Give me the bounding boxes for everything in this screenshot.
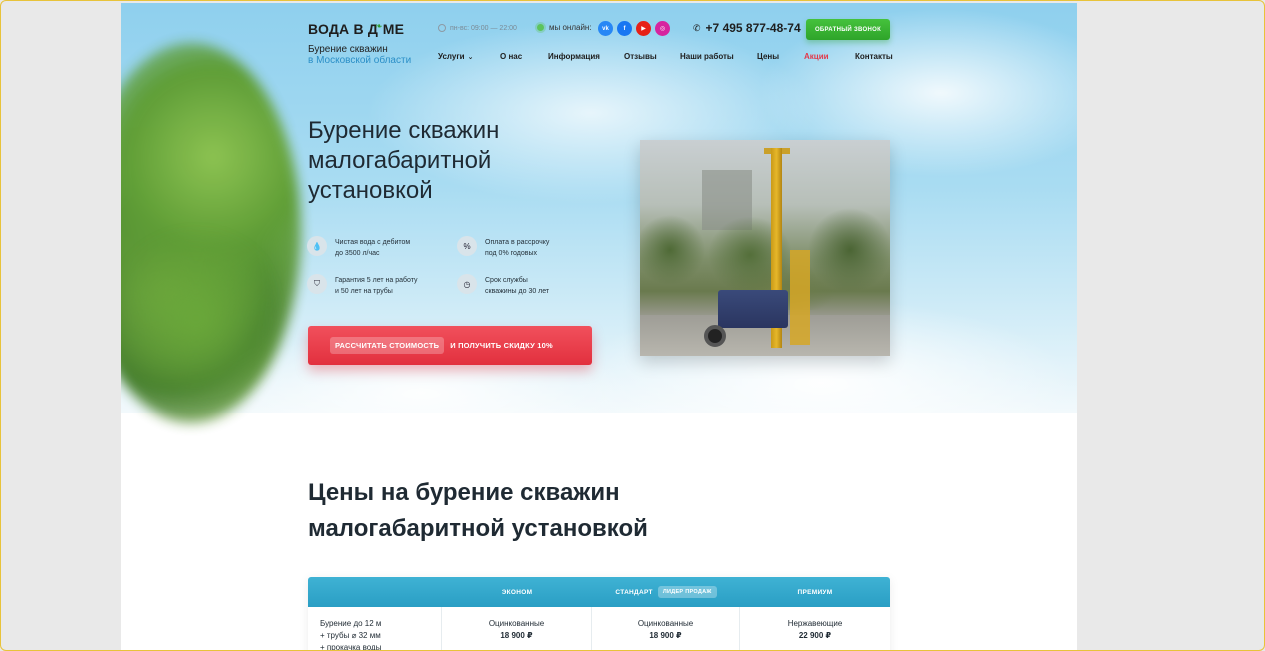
prices-title-line: Цены на бурение скважин <box>308 479 620 506</box>
price-cell: Оцинкованные 18 900 ₽ <box>442 607 592 650</box>
column-header-standard[interactable]: СТАНДАРТ ЛИДЕР ПРОДАЖ <box>592 577 740 607</box>
nav-item-promotions[interactable]: Акции <box>804 52 855 61</box>
price-cell: Оцинкованные 18 900 ₽ <box>592 607 740 650</box>
pipe-type: Оцинкованные <box>637 619 694 628</box>
nav-item-contacts[interactable]: Контакты <box>855 52 893 61</box>
logo-text-tail: МЕ <box>382 21 405 37</box>
tagline-region: в Московской области <box>308 55 412 66</box>
clock-icon: ◷ <box>457 274 477 294</box>
instagram-icon[interactable]: ◎ <box>655 21 670 36</box>
feature-text: Оплата в рассрочку <box>485 239 550 246</box>
tree-foliage-image-lower <box>121 223 271 413</box>
column-header-econom[interactable]: ЭКОНОМ <box>442 577 592 607</box>
nav-item-works[interactable]: Наши работы <box>680 52 757 61</box>
pipe-type: Нержавеющие <box>787 619 843 628</box>
online-label: мы онлайн: <box>549 23 592 32</box>
logo[interactable]: ВОДА В Д❧МЕ <box>308 21 404 37</box>
prices-title-line: малогабаритной установкой <box>308 515 648 542</box>
phone-link[interactable]: ✆ +7 495 877-48-74 <box>693 21 801 35</box>
percent-icon: % <box>457 236 477 256</box>
bestseller-badge: ЛИДЕР ПРОДАЖ <box>657 586 717 598</box>
nav-item-services[interactable]: Услуги ⌄ <box>438 52 500 61</box>
clock-icon <box>438 24 446 32</box>
leaf-icon: ❧ <box>375 21 383 31</box>
social-links: vk f ▶ ◎ <box>598 21 670 36</box>
logo-text: ВОДА В Д <box>308 21 379 37</box>
price-value: 18 900 ₽ <box>649 631 682 640</box>
feature-item: ⛉ Гарантия 5 лет на работу и 50 лет на т… <box>307 274 457 297</box>
feature-text: Чистая вода с дебитом <box>335 239 411 246</box>
hero-title-line: Бурение скважин <box>308 117 500 144</box>
table-row: Бурение до 12 м + трубы ⌀ 32 мм + прокач… <box>308 607 890 651</box>
nav-item-prices[interactable]: Цены <box>757 52 804 61</box>
price-table: ЭКОНОМ СТАНДАРТ ЛИДЕР ПРОДАЖ ПРЕМИУМ Бур… <box>308 577 890 651</box>
pipe-type: Оцинкованные <box>488 619 545 628</box>
hero-title-line: установкой <box>308 177 433 204</box>
feature-text: Срок службы <box>485 277 528 284</box>
feature-item: % Оплата в рассрочку под 0% годовых <box>457 236 607 259</box>
price-cell: Нержавеющие 22 900 ₽ <box>740 607 890 650</box>
nav-item-info[interactable]: Информация <box>548 52 624 61</box>
cta-pill-label: РАССЧИТАТЬ СТОИМОСТЬ <box>330 337 445 354</box>
facebook-icon[interactable]: f <box>617 21 632 36</box>
prices-title: Цены на бурение скважин малогабаритной у… <box>308 475 908 547</box>
callback-button[interactable]: ОБРАТНЫЙ ЗВОНОК <box>806 19 890 40</box>
feature-item: 💧 Чистая вода с дебитом до 3500 л/час <box>307 236 457 259</box>
chevron-down-icon: ⌄ <box>467 53 474 61</box>
working-hours: пн-вс: 09:00 — 22:00 <box>438 24 517 32</box>
feature-item: ◷ Срок службы скважины до 30 лет <box>457 274 607 297</box>
main-nav: Услуги ⌄ О нас Информация Отзывы Наши ра… <box>438 52 893 61</box>
price-value: 22 900 ₽ <box>798 631 832 640</box>
column-header-premium[interactable]: ПРЕМИУМ <box>740 577 890 607</box>
phone-icon: ✆ <box>693 22 701 33</box>
nav-item-label: Услуги <box>438 52 465 61</box>
cta-discount-label: И ПОЛУЧИТЬ СКИДКУ 10% <box>450 341 553 350</box>
nav-item-reviews[interactable]: Отзывы <box>624 52 680 61</box>
table-header-empty <box>308 577 442 607</box>
shield-icon: ⛉ <box>307 274 327 294</box>
row-label-line: + прокачка воды <box>320 643 382 651</box>
online-indicator-icon <box>537 24 544 31</box>
feature-text: под 0% годовых <box>485 250 537 257</box>
hero-title: Бурение скважин малогабаритной установко… <box>308 116 608 206</box>
price-value: 18 900 ₽ <box>500 631 533 640</box>
feature-text: скважины до 30 лет <box>485 288 550 295</box>
page: ВОДА В Д❧МЕ Бурение скважин в Московской… <box>121 3 1077 651</box>
column-header-label: СТАНДАРТ <box>615 588 653 596</box>
row-label-line: + трубы ⌀ 32 мм <box>320 631 381 640</box>
hero-title-line: малогабаритной <box>308 147 492 174</box>
phone-number: +7 495 877-48-74 <box>705 21 801 35</box>
calculate-cost-button[interactable]: РАССЧИТАТЬ СТОИМОСТЬ И ПОЛУЧИТЬ СКИДКУ 1… <box>308 326 592 365</box>
row-label: Бурение до 12 м + трубы ⌀ 32 мм + прокач… <box>308 607 442 651</box>
row-label-line: Бурение до 12 м <box>320 619 382 628</box>
feature-text: и 50 лет на трубы <box>335 288 393 295</box>
price-table-header: ЭКОНОМ СТАНДАРТ ЛИДЕР ПРОДАЖ ПРЕМИУМ <box>308 577 890 607</box>
vk-icon[interactable]: vk <box>598 21 613 36</box>
drilling-rig-photo <box>640 140 890 356</box>
water-drop-icon: 💧 <box>307 236 327 256</box>
feature-text: до 3500 л/час <box>335 250 380 257</box>
nav-item-about[interactable]: О нас <box>500 52 548 61</box>
online-status: мы онлайн: <box>537 23 592 32</box>
tagline-primary: Бурение скважин <box>308 44 388 55</box>
working-hours-text: пн-вс: 09:00 — 22:00 <box>450 24 517 32</box>
feature-text: Гарантия 5 лет на работу <box>335 277 418 284</box>
youtube-icon[interactable]: ▶ <box>636 21 651 36</box>
browser-frame: ВОДА В Д❧МЕ Бурение скважин в Московской… <box>0 0 1265 651</box>
hero-section: ВОДА В Д❧МЕ Бурение скважин в Московской… <box>121 3 1077 423</box>
